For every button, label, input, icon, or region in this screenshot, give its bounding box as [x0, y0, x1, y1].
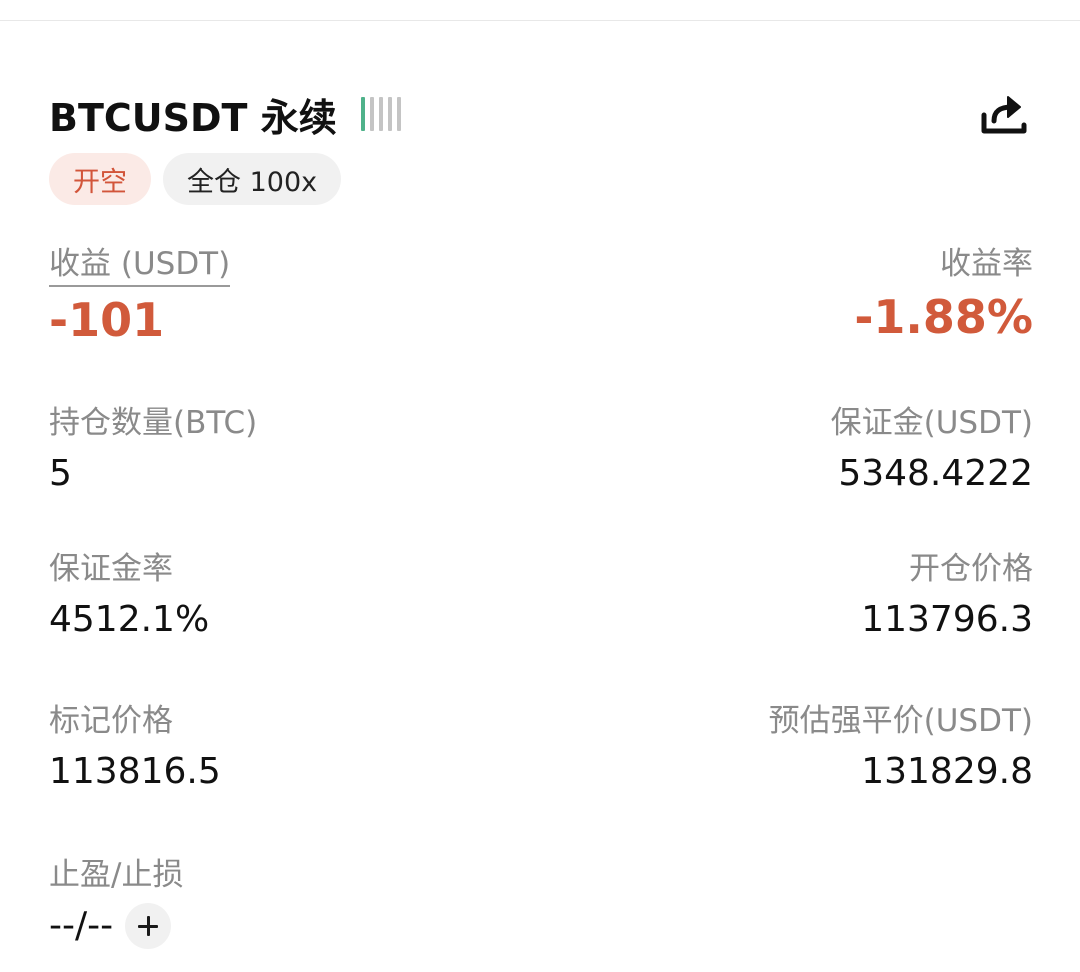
tpsl-value: --/-- — [49, 905, 114, 946]
roe-label: 收益率 — [940, 246, 1033, 282]
mark-price-label: 标记价格 — [49, 703, 173, 739]
signal-bar — [360, 97, 365, 131]
pnl-label[interactable]: 收益 (USDT) — [49, 244, 231, 287]
position-header: BTCUSDT 永续 — [49, 86, 401, 142]
entry-price-field: 开仓价格 113796.3 — [861, 549, 1033, 643]
roe-value: -1.88% — [854, 290, 1033, 344]
entry-price-label: 开仓价格 — [909, 551, 1033, 587]
side-badge: 开空 — [49, 153, 151, 205]
margin-label: 保证金(USDT) — [830, 405, 1033, 441]
share-icon — [981, 96, 1027, 134]
liq-price-value: 131829.8 — [861, 751, 1033, 792]
entry-price-value: 113796.3 — [861, 599, 1033, 640]
roe-field: 收益率 -1.88% — [854, 244, 1033, 344]
mark-price-field: 标记价格 113816.5 — [49, 701, 221, 795]
signal-bar — [378, 97, 383, 131]
margin-mode-badge[interactable]: 全仓 100x — [163, 153, 342, 205]
margin-ratio-field: 保证金率 4512.1% — [49, 549, 209, 643]
signal-strength-icon — [360, 96, 401, 132]
signal-bar — [369, 97, 374, 131]
add-tpsl-button[interactable] — [125, 903, 172, 949]
size-label: 持仓数量(BTC) — [49, 405, 258, 441]
signal-bar — [396, 97, 401, 131]
signal-bar — [387, 97, 392, 131]
top-divider — [0, 20, 1080, 21]
mark-price-value: 113816.5 — [49, 751, 221, 792]
liq-price-field: 预估强平价(USDT) 131829.8 — [769, 701, 1033, 795]
pnl-field: 收益 (USDT) -101 — [49, 244, 231, 347]
tpsl-label: 止盈/止损 — [49, 857, 184, 893]
symbol-title[interactable]: BTCUSDT 永续 — [49, 87, 337, 142]
margin-ratio-label: 保证金率 — [49, 551, 173, 587]
liq-price-label: 预估强平价(USDT) — [768, 703, 1033, 739]
share-button[interactable] — [976, 88, 1032, 140]
margin-value: 5348.4222 — [838, 453, 1033, 494]
pnl-value: -101 — [49, 293, 165, 347]
plus-icon-vertical — [146, 916, 150, 936]
margin-field: 保证金(USDT) 5348.4222 — [831, 403, 1033, 497]
size-field: 持仓数量(BTC) 5 — [49, 403, 257, 497]
tpsl-field: 止盈/止损 --/-- — [49, 855, 183, 949]
position-tags: 开空 全仓 100x — [49, 153, 342, 205]
margin-ratio-value: 4512.1% — [49, 599, 210, 640]
size-value: 5 — [49, 453, 72, 494]
